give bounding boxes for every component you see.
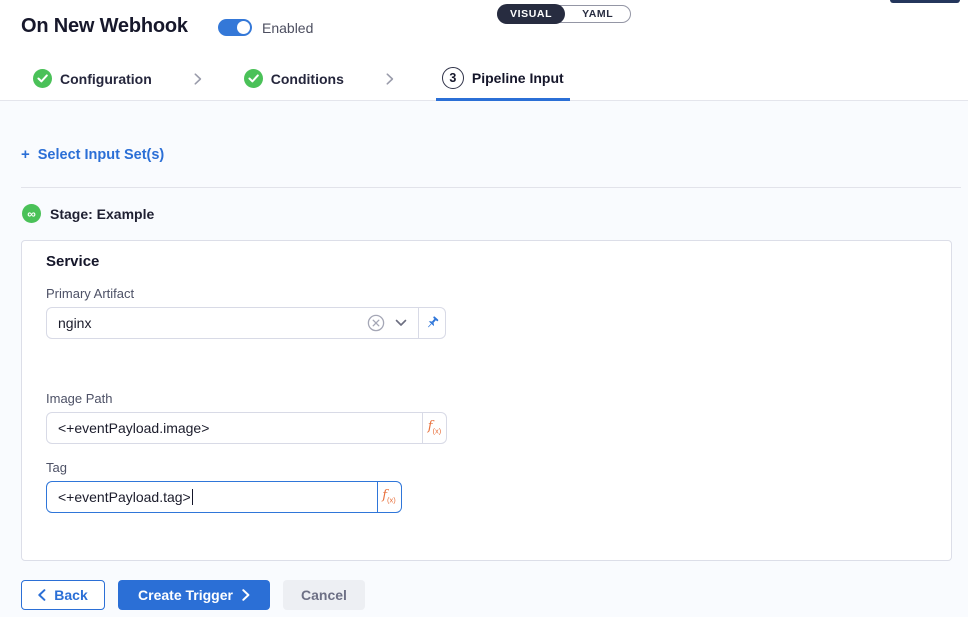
expression-fx-button[interactable]: f(x) [422,412,447,444]
image-path-group: <+eventPayload.image> f(x) [46,412,447,444]
text-cursor [192,489,194,505]
toggle-knob [237,21,250,34]
header: On New Webhook Enabled VISUAL YAML [0,0,968,57]
select-input-sets-link[interactable]: + Select Input Set(s) [21,146,164,163]
cd-stage-icon: ∞ [22,204,41,223]
enabled-label: Enabled [262,20,313,36]
tab-pipeline-input[interactable]: 3 Pipeline Input [436,57,570,101]
tag-group: <+eventPayload.tag> f(x) [46,481,402,513]
chevron-right-icon [194,57,202,100]
fx-icon: f(x) [382,489,396,504]
image-path-label: Image Path [46,391,113,406]
expression-fx-button[interactable]: f(x) [377,481,402,513]
create-trigger-button[interactable]: Create Trigger [118,580,270,610]
primary-artifact-group: nginx [46,307,446,339]
top-right-button-fragment[interactable] [890,0,960,3]
visual-mode-button[interactable]: VISUAL [497,4,565,24]
chevron-down-icon[interactable] [395,319,407,327]
footer-actions: Back Create Trigger Cancel [21,580,365,610]
wizard-tabbar: Configuration Conditions 3 Pipeline Inpu… [0,57,968,101]
chevron-left-icon [38,589,46,601]
tag-value: <+eventPayload.tag> [58,489,191,505]
stage-header: ∞ Stage: Example [22,204,154,223]
service-heading: Service [46,253,99,270]
check-circle-icon [244,69,263,88]
chevron-right-icon [242,589,250,601]
tab-conditions[interactable]: Conditions [244,57,344,100]
back-button[interactable]: Back [21,580,105,610]
check-circle-icon [33,69,52,88]
cancel-label: Cancel [301,587,347,603]
enabled-toggle-group: Enabled [218,19,313,36]
yaml-mode-button[interactable]: YAML [565,5,630,23]
enabled-toggle[interactable] [218,19,252,36]
primary-artifact-value: nginx [58,315,367,331]
fx-icon: f(x) [428,420,442,435]
tag-input[interactable]: <+eventPayload.tag> [46,481,378,513]
tag-label: Tag [46,460,67,475]
section-divider [21,187,961,188]
image-path-input[interactable]: <+eventPayload.image> [46,412,423,444]
tab-configuration[interactable]: Configuration [33,57,152,100]
tab-label: Conditions [271,71,344,87]
pin-icon [424,315,440,331]
service-card: Service Primary Artifact nginx [21,240,952,561]
tab-label: Configuration [60,71,152,87]
stage-label: Stage: Example [50,206,154,222]
plus-icon: + [21,146,30,163]
primary-artifact-select[interactable]: nginx [46,307,419,339]
back-label: Back [54,587,87,603]
primary-artifact-label: Primary Artifact [46,286,134,301]
cancel-button[interactable]: Cancel [283,580,365,610]
pipeline-input-panel: + Select Input Set(s) ∞ Stage: Example S… [0,101,968,617]
select-input-sets-label: Select Input Set(s) [38,147,165,163]
clear-icon[interactable] [367,314,385,332]
create-trigger-label: Create Trigger [138,587,233,603]
step-number-badge: 3 [442,67,464,89]
image-path-value: <+eventPayload.image> [58,420,411,436]
visual-yaml-toggle: VISUAL YAML [497,5,631,23]
chevron-right-icon [386,57,394,100]
page-title: On New Webhook [21,15,188,38]
pin-button[interactable] [418,307,446,339]
tab-label: Pipeline Input [472,70,564,86]
